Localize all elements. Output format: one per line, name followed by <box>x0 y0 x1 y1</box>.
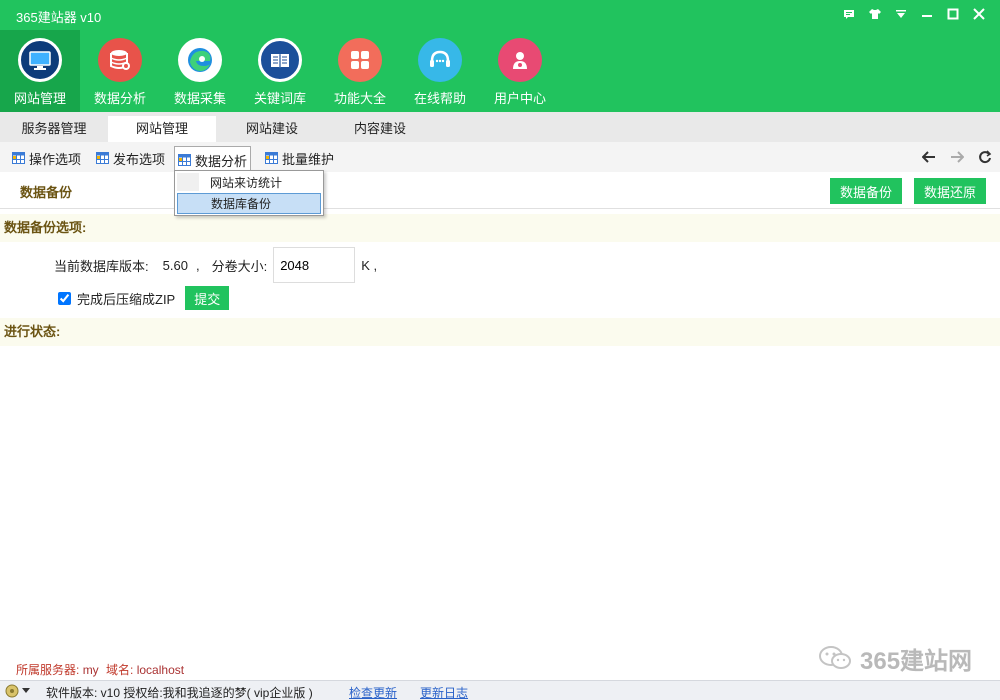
nav-online-help[interactable]: 在线帮助 <box>400 30 480 112</box>
forward-arrow-icon[interactable] <box>948 148 966 166</box>
nav-label: 数据分析 <box>93 91 146 106</box>
db-version-label: 当前数据库版本: <box>54 258 149 274</box>
edge-icon <box>178 38 222 82</box>
table-icon <box>178 154 191 166</box>
sub-label: 批量维护 <box>282 151 335 167</box>
version-info: 软件版本: v10 授权给:我和我追逐的梦( vip企业版 ) <box>46 686 313 700</box>
volume-size-input[interactable] <box>273 247 356 283</box>
sub-label: 发布选项 <box>113 151 166 167</box>
data-backup-button[interactable]: 数据备份 <box>830 178 902 204</box>
back-arrow-icon[interactable] <box>920 148 938 166</box>
nav-label: 数据采集 <box>173 91 226 106</box>
nav-all-features[interactable]: 功能大全 <box>320 30 400 112</box>
app-menu-icon[interactable] <box>4 683 34 699</box>
table-icon <box>265 152 278 164</box>
menu-dropdown-icon[interactable] <box>892 5 910 23</box>
tab-server-management[interactable]: 服务器管理 <box>0 116 108 142</box>
refresh-icon[interactable] <box>976 148 994 166</box>
nav-data-analysis[interactable]: 数据分析 <box>80 30 160 112</box>
nav-website-management[interactable]: 网站管理 <box>0 30 80 112</box>
nav-label: 关键词库 <box>253 91 306 106</box>
zip-label: 完成后压缩成ZIP <box>77 291 176 307</box>
tab-website-management[interactable]: 网站管理 <box>108 116 216 142</box>
sub-operation-options[interactable]: 操作选项 <box>9 146 84 170</box>
db-version-row: 当前数据库版本: 5.60 , 分卷大小: K , <box>54 247 378 283</box>
progress-status-header: 进行状态: <box>0 318 1000 346</box>
minimize-icon[interactable] <box>918 5 936 23</box>
grid-icon <box>338 38 382 82</box>
page-header: 数据备份 数据备份 数据还原 <box>0 172 1000 209</box>
message-icon[interactable] <box>840 5 858 23</box>
server-info: 所属服务器: my 域名: localhost <box>16 661 184 678</box>
server-value: my <box>82 663 99 677</box>
database-icon <box>98 38 142 82</box>
watermark-text: 365建站网 <box>860 647 973 675</box>
menu-item-db-backup[interactable]: 数据库备份 <box>177 193 321 214</box>
zip-checkbox[interactable] <box>58 291 71 305</box>
app-title: 365建站器 v10 <box>16 10 102 25</box>
tab-bar: 服务器管理 网站管理 网站建设 内容建设 <box>0 112 1000 142</box>
submit-button[interactable]: 提交 <box>185 286 230 310</box>
status-bar: 软件版本: v10 授权给:我和我追逐的梦( vip企业版 ) 检查更新 更新日… <box>0 680 1000 700</box>
watermark: 365建站网 <box>818 640 972 676</box>
nav-keyword-library[interactable]: 关键词库 <box>240 30 320 112</box>
nav-label: 在线帮助 <box>413 91 466 106</box>
close-icon[interactable] <box>970 5 988 23</box>
zip-row: 完成后压缩成ZIP 提交 <box>58 286 230 310</box>
menu-item-visit-stats[interactable]: 网站来访统计 <box>177 173 321 194</box>
user-icon <box>498 38 542 82</box>
db-version-value: 5.60 <box>162 257 188 273</box>
volume-size-label: 分卷大小: <box>211 258 268 274</box>
tab-website-building[interactable]: 网站建设 <box>218 116 326 142</box>
backup-options-header: 数据备份选项: <box>0 214 1000 242</box>
table-icon <box>12 152 25 164</box>
domain-label: 域名: <box>106 663 134 677</box>
volume-unit: K , <box>361 257 378 273</box>
window-controls <box>840 5 988 23</box>
sub-publish-options[interactable]: 发布选项 <box>93 146 168 170</box>
table-icon <box>96 152 109 164</box>
top-header: 365建站器 v10 网站管理 数据分析 数据采集 关键词库 功能大全 在线帮助… <box>0 0 1000 112</box>
book-icon <box>258 38 302 82</box>
maximize-icon[interactable] <box>944 5 962 23</box>
changelog-link[interactable]: 更新日志 <box>420 684 468 700</box>
sub-label: 数据分析 <box>195 153 248 169</box>
data-analysis-dropdown: 网站来访统计 数据库备份 <box>174 170 324 216</box>
sub-batch-maintenance[interactable]: 批量维护 <box>262 146 337 170</box>
comma: , <box>195 257 200 273</box>
sub-toolbar: 操作选项 发布选项 数据分析 批量维护 <box>0 142 1000 173</box>
skin-icon[interactable] <box>866 5 884 23</box>
monitor-icon <box>18 38 62 82</box>
title-bar: 365建站器 v10 <box>0 0 1000 30</box>
sub-label: 操作选项 <box>29 151 82 167</box>
check-update-link[interactable]: 检查更新 <box>349 684 397 700</box>
nav-label: 功能大全 <box>333 91 386 106</box>
server-label: 所属服务器: <box>16 663 80 677</box>
tab-content-building[interactable]: 内容建设 <box>326 116 434 142</box>
domain-value: localhost <box>136 663 185 677</box>
headset-icon <box>418 38 462 82</box>
wechat-icon <box>819 646 851 669</box>
data-restore-button[interactable]: 数据还原 <box>914 178 986 204</box>
history-nav <box>920 148 994 166</box>
main-nav: 网站管理 数据分析 数据采集 关键词库 功能大全 在线帮助 用户中心 <box>0 30 560 112</box>
page-title: 数据备份 <box>20 185 73 200</box>
nav-label: 网站管理 <box>13 91 66 106</box>
nav-label: 用户中心 <box>493 91 546 106</box>
sub-data-analysis[interactable]: 数据分析 <box>174 146 252 173</box>
nav-data-collection[interactable]: 数据采集 <box>160 30 240 112</box>
nav-user-center[interactable]: 用户中心 <box>480 30 560 112</box>
